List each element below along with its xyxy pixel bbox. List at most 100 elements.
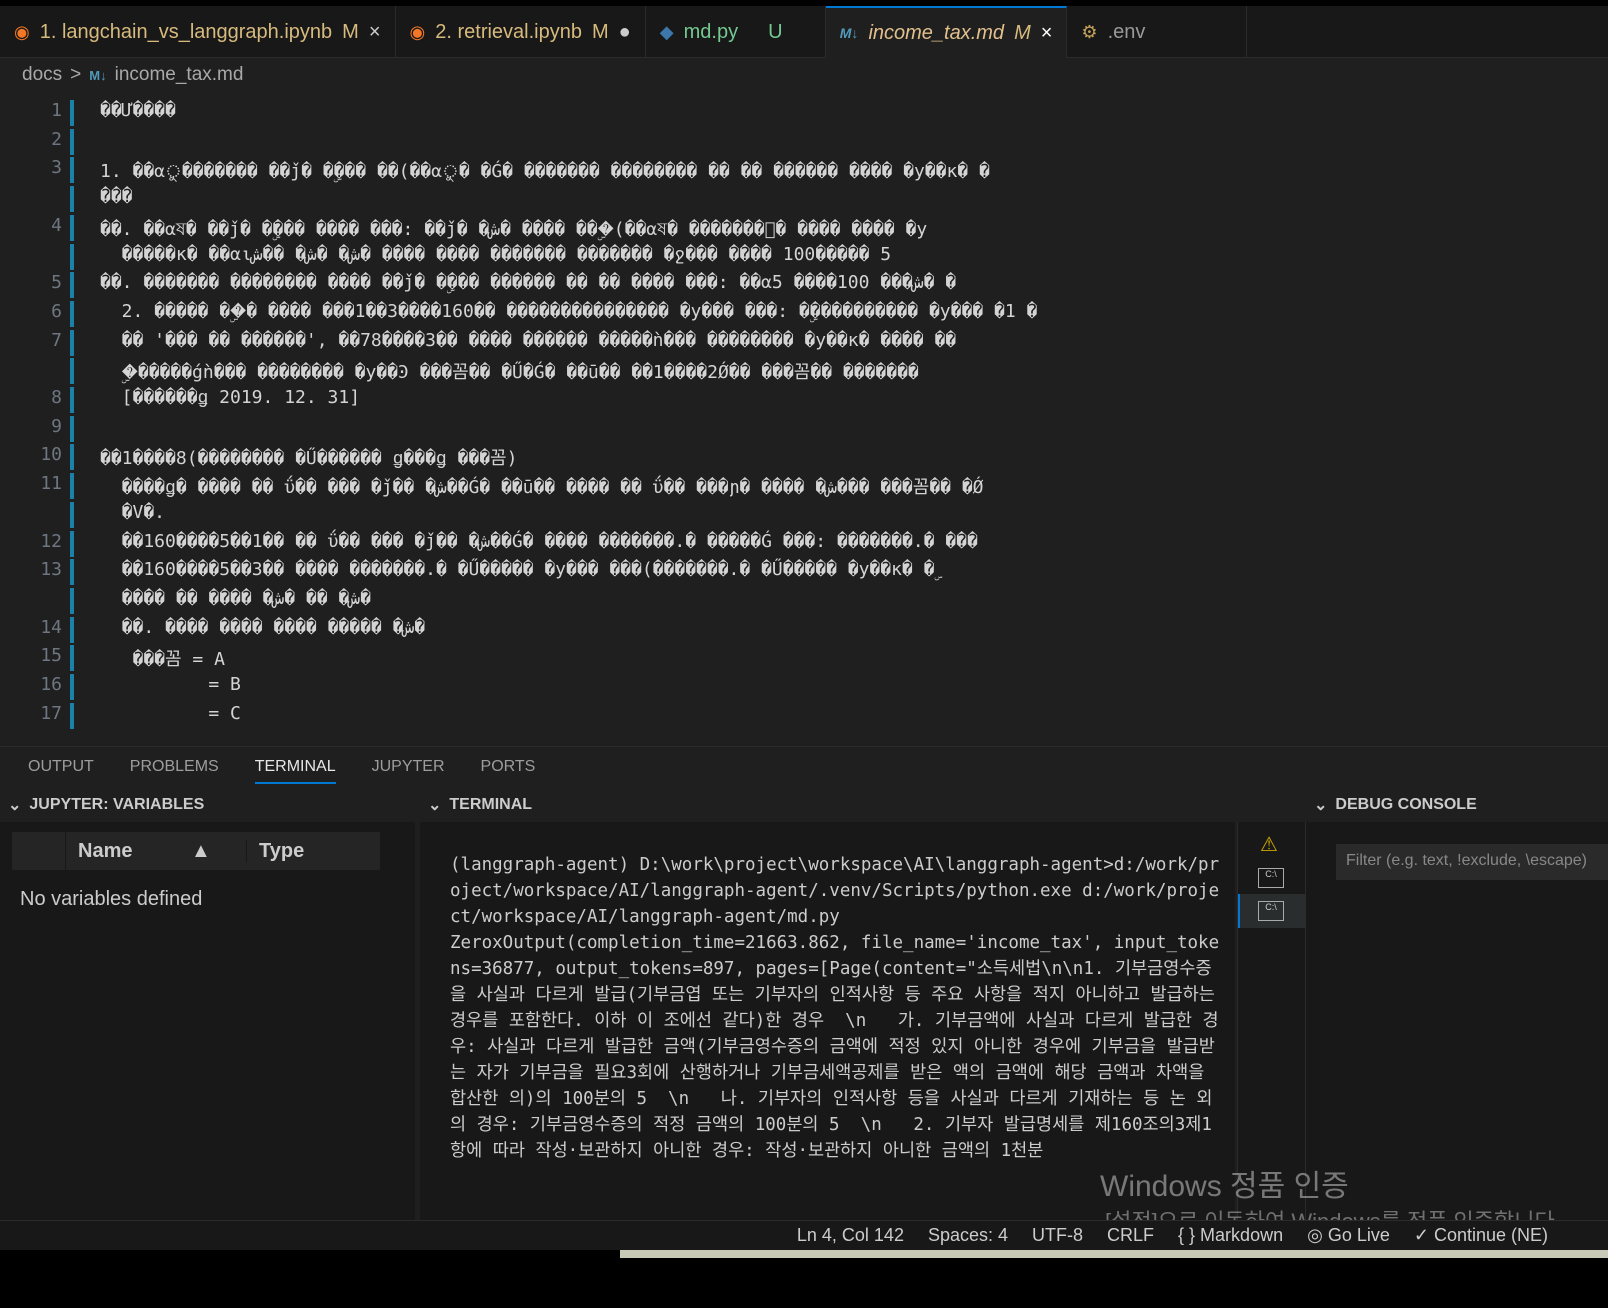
close-icon[interactable]: ×: [369, 21, 381, 44]
line-number: 14: [40, 616, 62, 638]
terminal-cmd-icon: C:\: [1258, 901, 1284, 921]
tab-retrieval-notebook[interactable]: ◉ 2. retrieval.ipynb M ●: [396, 6, 646, 58]
markdown-icon: M↓: [839, 25, 859, 41]
indentation[interactable]: Spaces: 4: [928, 1225, 1008, 1246]
sort-ascending-icon[interactable]: ▲: [191, 840, 246, 863]
status-bar: Ln 4, Col 142 Spaces: 4 UTF-8 CRLF { } M…: [0, 1220, 1608, 1250]
terminal-output: (langgraph-agent) D:\work\project\worksp…: [450, 855, 1220, 1161]
modified-gutter-marker: [70, 128, 74, 155]
panel-tabs: OUTPUT PROBLEMS TERMINAL JUPYTER PORTS: [0, 746, 1608, 786]
terminal-header[interactable]: ⌄ TERMINAL: [428, 790, 532, 820]
tab-langchain-notebook[interactable]: ◉ 1. langchain_vs_langgraph.ipynb M ×: [0, 6, 396, 58]
code-line: = C: [100, 702, 241, 724]
variables-header[interactable]: ⌄ JUPYTER: VARIABLES: [8, 790, 204, 820]
line-number: 4: [51, 214, 62, 236]
code-line: ����ǥ� ���� �� ΰ�� ��� �ǰ�� �ش��Ǵ� ��ū��…: [100, 477, 984, 499]
language-mode[interactable]: { } Markdown: [1178, 1225, 1283, 1246]
code-line: 2. ����� ��ۣ� ���� ���1��3����160�� ����…: [100, 300, 1038, 322]
modified-gutter-marker: [70, 300, 74, 327]
continue-status[interactable]: ✓ Continue (NE): [1414, 1225, 1548, 1246]
line-number: 16: [40, 674, 62, 695]
line-number: 15: [40, 645, 62, 667]
code-line: ��. ��αষ� ��ǰ� �ۣ��� ���� ���: ��ǰ� �ش� …: [100, 218, 928, 240]
line-number: 13: [40, 559, 62, 581]
chevron-down-icon: ⌄: [1314, 797, 1328, 814]
line-number: 3: [51, 157, 62, 179]
modified-gutter-marker: [70, 530, 74, 557]
breadcrumb-folder[interactable]: docs: [22, 64, 62, 86]
chevron-down-icon: ⌄: [8, 797, 22, 814]
line-number: 5: [51, 272, 62, 294]
terminal-cmd-icon[interactable]: C:\: [1258, 868, 1284, 888]
env-icon: ⚙: [1081, 21, 1098, 42]
code-line: ���꼼 = A: [100, 649, 225, 671]
modified-gutter-marker: [70, 100, 74, 126]
code-line: ��. ������� �������� ���� ��ǰ� �ۣ��� ���…: [100, 272, 957, 294]
debug-console-panel: Filter (e.g. text, !exclude, \escape): [1305, 822, 1608, 1220]
line-number: 1: [51, 100, 62, 121]
modified-gutter-marker: [70, 214, 74, 241]
tab-income-tax-md[interactable]: M↓ income_tax.md M ×: [825, 6, 1068, 58]
encoding[interactable]: UTF-8: [1032, 1225, 1083, 1246]
line-number: 11: [40, 473, 62, 495]
line-number: 17: [40, 702, 62, 724]
tab-problems[interactable]: PROBLEMS: [130, 758, 219, 776]
code-line: ���� �� ���� �ش� �� �ش�: [100, 587, 371, 609]
code-line: ��Ư����: [100, 100, 176, 121]
code-line: [������ǥ 2019. 12. 31]: [100, 387, 361, 408]
line-ending[interactable]: CRLF: [1107, 1225, 1154, 1246]
go-live-button[interactable]: ◎ Go Live: [1307, 1225, 1390, 1246]
code-line: 1. ��αু������� ��ǰ� �ۣ��� ��(��αু� �Ǵ� �…: [100, 161, 990, 183]
modified-gutter-marker: [70, 387, 74, 413]
markdown-icon: M↓: [89, 67, 107, 83]
line-number: 8: [51, 387, 62, 408]
line-number: 10: [40, 444, 62, 466]
empty-message: No variables defined: [20, 888, 203, 910]
jupyter-icon: ◉: [409, 21, 426, 42]
modified-gutter-marker: [70, 702, 74, 729]
code-line: ��1����8(�������� �Ű������ ǥ���ǥ ���꼼): [100, 448, 518, 470]
tab-output[interactable]: OUTPUT: [28, 758, 94, 776]
jupyter-icon: ◉: [14, 21, 30, 42]
column-name[interactable]: Name: [66, 840, 191, 863]
tab-ports[interactable]: PORTS: [481, 758, 536, 776]
modified-gutter-marker: [70, 272, 74, 299]
warning-icon[interactable]: ⚠: [1260, 832, 1278, 857]
code-line: ���: [100, 186, 133, 208]
chevron-right-icon: >: [70, 64, 82, 85]
tab-jupyter[interactable]: JUPYTER: [372, 758, 445, 776]
modified-gutter-marker: [70, 186, 74, 213]
column-type[interactable]: Type: [246, 839, 304, 863]
terminal-item-active[interactable]: C:\: [1238, 894, 1305, 928]
vscode-window: ◉ 1. langchain_vs_langgraph.ipynb M × ◉ 2. r…: [0, 6, 1608, 1250]
modified-gutter-marker: [70, 157, 74, 184]
close-icon[interactable]: ×: [1041, 22, 1053, 45]
modified-gutter-marker: [70, 415, 74, 442]
code-line: �ۣ�����ǵǹ��� �������� �y��Ͽ ���꼼�� �Ű�Ǵ�…: [100, 362, 919, 384]
line-number: 2: [51, 128, 62, 150]
code-line: ��. ���� ���� ���� ����� �ش�: [100, 616, 426, 638]
modified-gutter-marker: [70, 358, 74, 385]
unsaved-dot-icon[interactable]: ●: [619, 21, 631, 44]
line-number: 6: [51, 300, 62, 322]
line-number: 12: [40, 530, 62, 552]
line-number: 9: [51, 415, 62, 437]
variables-table-header: Name ▲ Type: [12, 832, 380, 870]
breadcrumb: docs > M↓ income_tax.md: [22, 64, 243, 86]
broadcast-icon: ◎: [1307, 1225, 1328, 1245]
code-editor[interactable]: 1 ��Ư���� 2 3 1. ��αু������� ��ǰ� �ۣ��� ��(�…: [0, 94, 1608, 734]
modified-gutter-marker: [70, 674, 74, 700]
breadcrumb-file[interactable]: income_tax.md: [115, 64, 244, 86]
code-line: �� '��� �� ������', ��78����3�� ���� ���…: [100, 329, 957, 351]
tab-terminal[interactable]: TERMINAL: [254, 758, 336, 784]
debug-filter-input[interactable]: Filter (e.g. text, !exclude, \escape): [1336, 844, 1608, 880]
code-line: �����ĸ� ��αιش� �ش� ��ش� ���� ���� ������…: [100, 243, 892, 265]
editor-tabs: ◉ 1. langchain_vs_langgraph.ipynb M × ◉ 2. r…: [0, 6, 1608, 58]
modified-gutter-marker: [70, 329, 74, 356]
modified-gutter-marker: [70, 473, 74, 500]
cursor-position[interactable]: Ln 4, Col 142: [797, 1225, 904, 1246]
tab-env[interactable]: ⚙ .env: [1067, 6, 1248, 58]
tab-md-py[interactable]: ◆ md.py U: [646, 6, 826, 58]
debug-console-header[interactable]: ⌄ DEBUG CONSOLE: [1314, 790, 1477, 820]
taskbar-edge: [620, 1250, 1608, 1258]
